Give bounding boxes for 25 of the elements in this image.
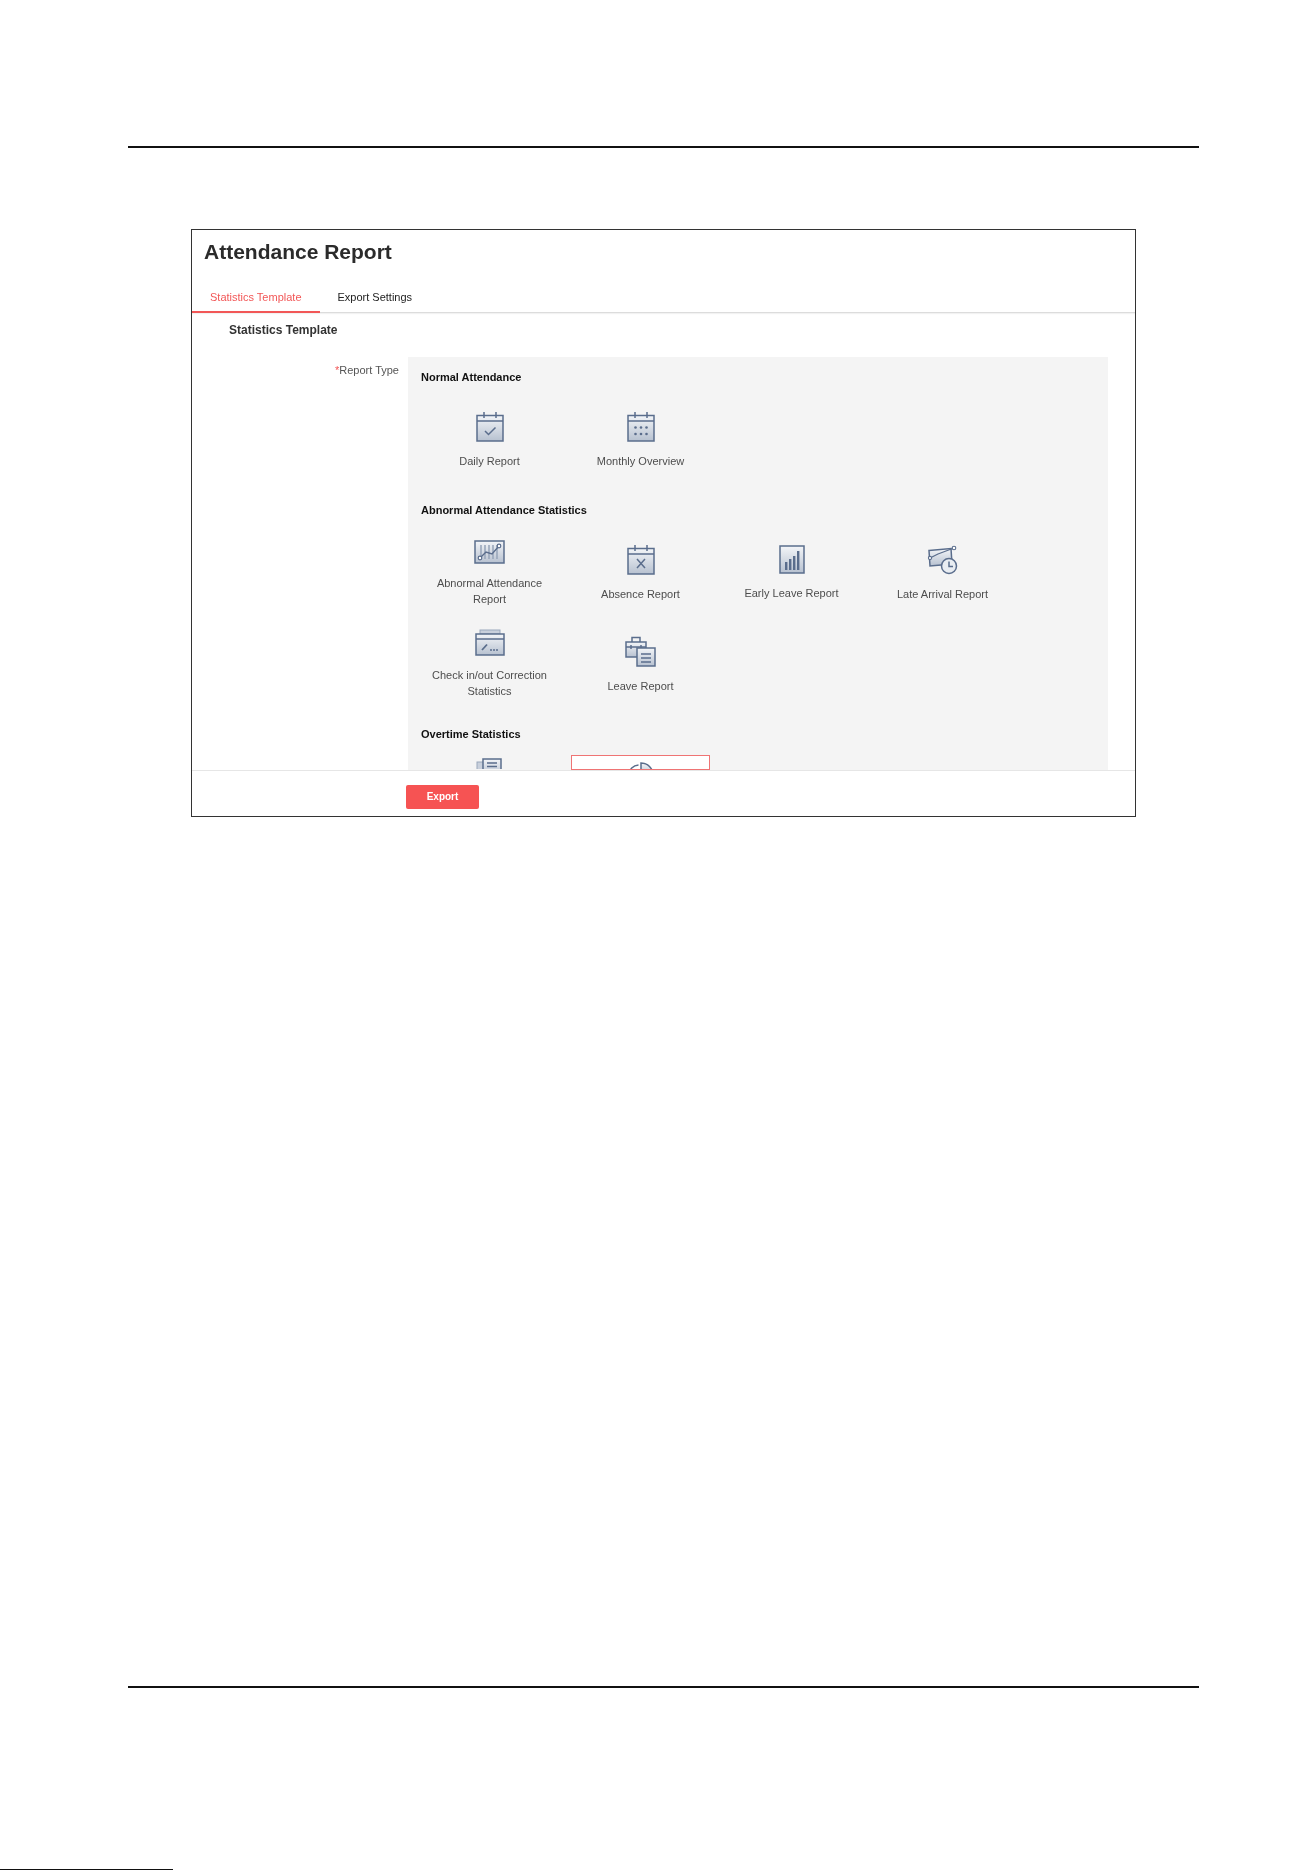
report-option[interactable]: Late Arrival Report xyxy=(873,531,1012,615)
group-heading: Abnormal Attendance Statistics xyxy=(421,503,587,517)
report-option[interactable]: Abnormal Attendance Report xyxy=(420,531,559,615)
briefcase-document-icon xyxy=(625,634,656,667)
window-title: Attendance Report xyxy=(204,239,392,265)
required-mark: * xyxy=(335,363,340,377)
calendar-cross-icon xyxy=(626,544,655,575)
group-heading: Normal Attendance xyxy=(421,370,522,384)
report-option[interactable]: Monthly Overview xyxy=(571,398,710,482)
calendar-check-icon xyxy=(475,411,504,442)
chart-clock-icon xyxy=(927,544,958,575)
group-heading: Overtime Statistics xyxy=(421,727,521,741)
report-option[interactable]: Early Leave Report xyxy=(722,531,861,615)
calendar-dots-icon xyxy=(626,411,655,442)
tray-pen-icon xyxy=(474,629,505,656)
section-heading: Statistics Template xyxy=(229,323,338,337)
report-option[interactable]: Check in/out Correction Statistics xyxy=(420,622,559,706)
bar-chart-icon xyxy=(778,545,805,574)
report-option[interactable]: Daily Report xyxy=(420,398,559,482)
line-chart-icon xyxy=(474,539,505,564)
tab[interactable]: Export Settings xyxy=(319,280,431,313)
report-option[interactable]: Leave Report xyxy=(571,622,710,706)
report-option[interactable] xyxy=(571,755,710,770)
report-option[interactable]: Absence Report xyxy=(571,531,710,615)
field-label: Report Type xyxy=(339,363,399,377)
